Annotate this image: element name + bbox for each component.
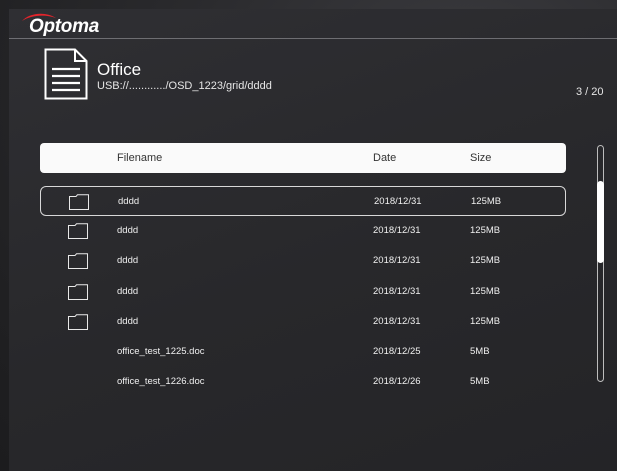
row-date: 2018/12/26 (373, 376, 421, 387)
row-size: 125MB (470, 286, 501, 297)
column-size[interactable]: Size (470, 152, 491, 164)
folder-icon (68, 223, 88, 239)
scrollbar-thumb[interactable] (597, 181, 604, 263)
brand-divider (9, 38, 617, 39)
row-date: 2018/12/25 (373, 346, 421, 357)
row-date: 2018/12/31 (373, 286, 421, 297)
file-row[interactable]: office_test_1225.doc 2018/12/25 5MB (40, 337, 566, 367)
brand-bar (9, 9, 617, 39)
folder-row[interactable]: dddd 2018/12/31 125MB (40, 307, 566, 337)
folder-row[interactable]: dddd 2018/12/31 125MB (40, 277, 566, 307)
folder-row[interactable]: dddd 2018/12/31 125MB (40, 246, 566, 276)
folder-row[interactable]: dddd 2018/12/31 125MB (40, 216, 566, 246)
row-size: 5MB (470, 346, 490, 357)
row-date: 2018/12/31 (373, 225, 421, 236)
row-filename: dddd (117, 255, 139, 266)
folder-row[interactable]: dddd 2018/12/31 125MB (40, 186, 566, 216)
row-filename: dddd (117, 316, 139, 327)
column-filename[interactable]: Filename (117, 152, 162, 164)
file-list-header: Filename Date Size (40, 143, 566, 173)
row-size: 125MB (470, 316, 501, 327)
row-filename: dddd (117, 286, 139, 297)
row-size: 125MB (470, 225, 501, 236)
row-filename: office_test_1226.doc (117, 376, 205, 387)
column-date[interactable]: Date (373, 152, 396, 164)
row-filename: office_test_1225.doc (117, 346, 205, 357)
folder-path: USB://............/OSD_1223/grid/dddd (97, 80, 272, 92)
row-size: 5MB (470, 376, 490, 387)
row-date: 2018/12/31 (373, 255, 421, 266)
row-size: 125MB (471, 196, 502, 207)
file-row[interactable]: office_test_1226.doc 2018/12/26 5MB (40, 367, 566, 397)
folder-icon (68, 253, 88, 269)
row-filename: dddd (118, 196, 140, 207)
document-icon (44, 48, 88, 100)
folder-title: Office (97, 60, 142, 79)
row-date: 2018/12/31 (374, 196, 422, 207)
row-date: 2018/12/31 (373, 316, 421, 327)
row-size: 125MB (470, 255, 501, 266)
folder-icon (69, 194, 89, 210)
brand-logo: Optoma (29, 16, 99, 37)
folder-icon (68, 284, 88, 300)
row-filename: dddd (117, 225, 139, 236)
page-indicator: 3 / 20 (576, 86, 604, 98)
folder-icon (68, 314, 88, 330)
